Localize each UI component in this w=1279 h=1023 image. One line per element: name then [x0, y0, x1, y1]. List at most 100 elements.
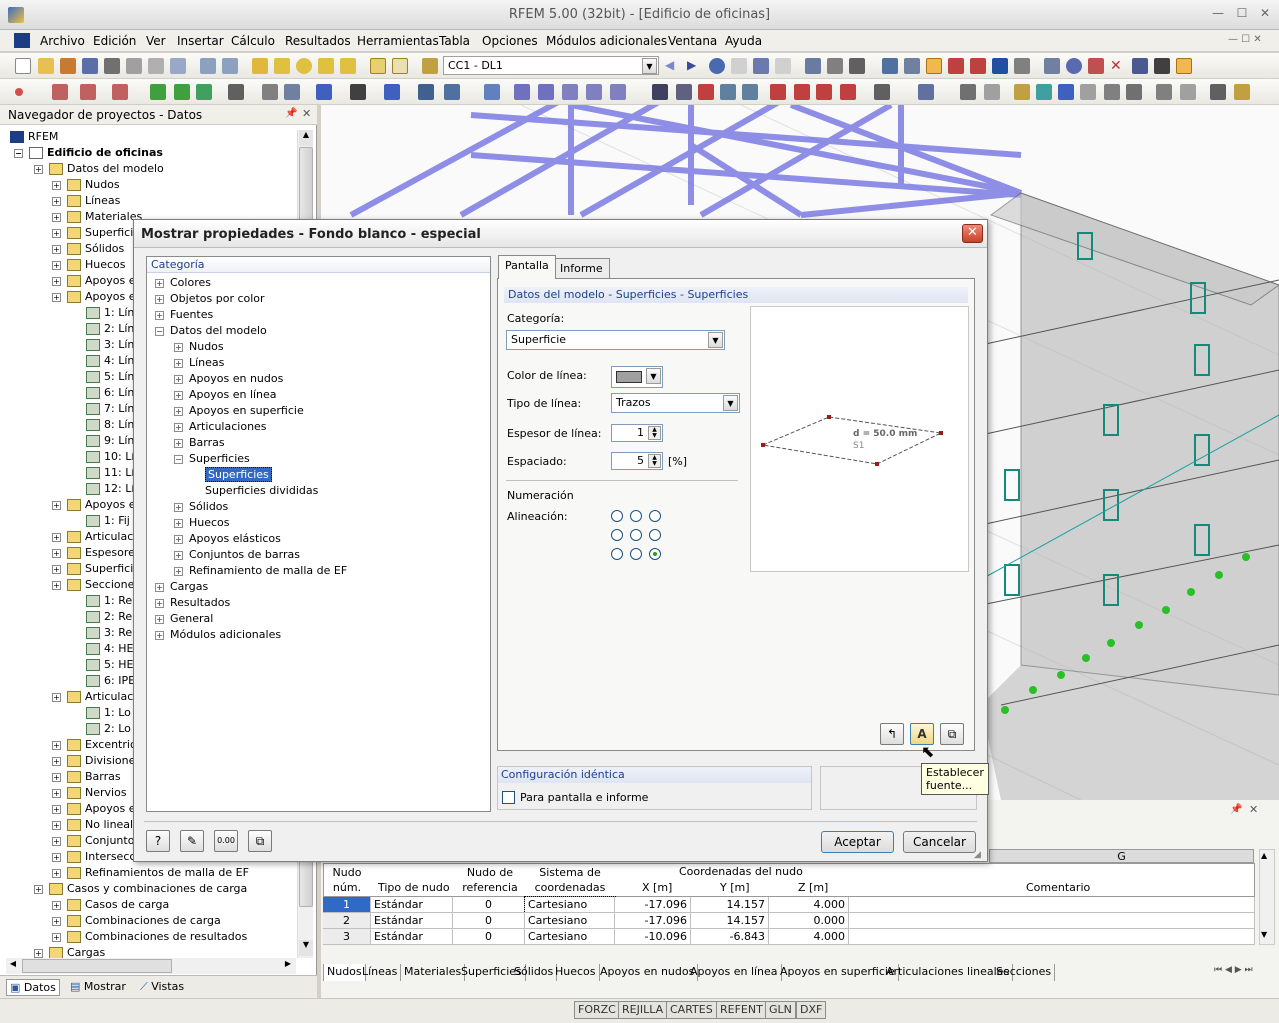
- navigator-item[interactable]: + Apoyos e: [52, 274, 135, 287]
- clipboard-icon[interactable]: [148, 58, 164, 74]
- category-node[interactable]: + Apoyos en línea: [174, 388, 277, 401]
- expand-icon[interactable]: +: [52, 228, 61, 238]
- mesh-icon[interactable]: [484, 84, 500, 100]
- loadcase-select[interactable]: CC1 - DL1 ▼: [443, 56, 659, 75]
- expand-icon[interactable]: +: [174, 406, 183, 416]
- category-node[interactable]: + General: [155, 612, 213, 625]
- navigator-item[interactable]: + Casos y combinaciones de carga: [34, 882, 247, 895]
- layer-icon[interactable]: [918, 84, 934, 100]
- category-node[interactable]: + Fuentes: [155, 308, 213, 321]
- menu-calculo[interactable]: Cálculo: [231, 34, 275, 48]
- category-node[interactable]: + Módulos adicionales: [155, 628, 281, 641]
- view3-icon[interactable]: [849, 58, 865, 74]
- table-cell-ref[interactable]: 0: [453, 929, 525, 945]
- close-panel-icon[interactable]: ✕: [302, 107, 311, 120]
- grid-icon[interactable]: [882, 58, 898, 74]
- table-cell-n[interactable]: 1: [323, 897, 371, 913]
- tool3-icon[interactable]: [1088, 58, 1104, 74]
- scroll-down-arrow[interactable]: ▼: [299, 940, 313, 956]
- maximize-button[interactable]: ☐: [1233, 6, 1251, 22]
- mesh3-icon[interactable]: [538, 84, 554, 100]
- copy-settings-button[interactable]: ⧉: [940, 723, 964, 745]
- mesh4-icon[interactable]: [562, 84, 578, 100]
- navigator-item[interactable]: 1: Lín: [86, 306, 134, 319]
- table-cell-y[interactable]: -6.843: [691, 929, 769, 945]
- display3-icon[interactable]: [970, 58, 986, 74]
- category-node[interactable]: + Objetos por color: [155, 292, 265, 305]
- tab-mostrar[interactable]: ▤ Mostrar: [70, 980, 126, 993]
- line-icon[interactable]: [52, 84, 68, 100]
- menu-ventana[interactable]: Ventana: [668, 34, 717, 48]
- dim-icon[interactable]: [1014, 84, 1030, 100]
- load-icon[interactable]: [384, 84, 400, 100]
- tree-project[interactable]: − Edificio de oficinas: [14, 146, 163, 159]
- navigator-item[interactable]: 4: HE: [86, 642, 133, 655]
- menu-modulos[interactable]: Módulos adicionales: [546, 34, 667, 48]
- dim7-icon[interactable]: [1156, 84, 1172, 100]
- navigator-item[interactable]: 2: Re: [86, 610, 132, 623]
- tab-datos[interactable]: ▣ Datos: [6, 979, 60, 996]
- solid-icon[interactable]: [350, 84, 366, 100]
- window-icon[interactable]: [340, 58, 356, 74]
- grid2-icon[interactable]: [904, 58, 920, 74]
- calc2-icon[interactable]: [676, 84, 692, 100]
- expand-icon[interactable]: +: [52, 580, 61, 590]
- expand-icon[interactable]: +: [52, 772, 61, 782]
- pin-icon[interactable]: 📌: [285, 108, 297, 119]
- report-icon[interactable]: [170, 58, 186, 74]
- expand-icon[interactable]: +: [52, 212, 61, 222]
- expand-icon[interactable]: +: [52, 852, 61, 862]
- next-icon[interactable]: ▶: [687, 58, 703, 74]
- navigator-item[interactable]: 2: Lo: [86, 722, 131, 735]
- alignment-radio-top-right[interactable]: [649, 510, 661, 522]
- find-icon[interactable]: [274, 58, 290, 74]
- dim2-icon[interactable]: [1036, 84, 1052, 100]
- hscroll-thumb[interactable]: [22, 959, 172, 973]
- table-cell-type[interactable]: Estándar: [371, 897, 453, 913]
- table-cell-z[interactable]: 4.000: [769, 929, 849, 945]
- collapse-icon[interactable]: −: [14, 148, 23, 158]
- menu-edicion[interactable]: Edición: [93, 34, 136, 48]
- comment-cell[interactable]: [849, 913, 1255, 929]
- table-cell-n[interactable]: 2: [323, 913, 371, 929]
- table-tab[interactable]: Huecos: [552, 964, 600, 981]
- table-tab[interactable]: Secciones: [993, 964, 1056, 981]
- open-icon[interactable]: [38, 58, 54, 74]
- table-tab[interactable]: Materiales: [401, 964, 466, 981]
- expand-icon[interactable]: +: [155, 598, 164, 608]
- edit-button[interactable]: ✎: [180, 830, 204, 852]
- values2-icon[interactable]: [775, 58, 791, 74]
- expand-icon[interactable]: +: [155, 294, 164, 304]
- display-icon[interactable]: [926, 58, 942, 74]
- mdi-controls[interactable]: — ☐ ✕: [1228, 34, 1262, 45]
- table-cell-ref[interactable]: 0: [453, 913, 525, 929]
- table-cell-x[interactable]: -17.096: [615, 897, 691, 913]
- menu-ver[interactable]: Ver: [146, 34, 166, 48]
- alignment-radio-middle-left[interactable]: [611, 529, 623, 541]
- navigator-item[interactable]: 2: Lín: [86, 322, 134, 335]
- move4-icon[interactable]: [840, 84, 856, 100]
- expand-icon[interactable]: +: [52, 276, 61, 286]
- alignment-radio-top-left[interactable]: [611, 510, 623, 522]
- category-node[interactable]: + Huecos: [174, 516, 230, 529]
- guide2-icon[interactable]: [984, 84, 1000, 100]
- cancel-button[interactable]: Cancelar: [903, 831, 976, 853]
- menu-archivo[interactable]: Archivo: [40, 34, 85, 48]
- ok-button[interactable]: Aceptar: [821, 831, 894, 853]
- minimize-button[interactable]: —: [1209, 6, 1227, 22]
- status-forzc[interactable]: FORZC: [574, 1001, 620, 1019]
- collapse-icon[interactable]: −: [174, 454, 183, 464]
- expand-icon[interactable]: +: [52, 564, 61, 574]
- expand-icon[interactable]: +: [174, 502, 183, 512]
- table-cell-sys[interactable]: Cartesiano: [524, 896, 616, 914]
- line-color-select[interactable]: ▼: [611, 366, 663, 388]
- menu-resultados[interactable]: Resultados: [285, 34, 351, 48]
- table-tab[interactable]: Apoyos en superficie: [777, 964, 899, 981]
- expand-icon[interactable]: +: [34, 948, 43, 958]
- tab-informe[interactable]: Informe: [553, 258, 610, 280]
- expand-icon[interactable]: +: [52, 932, 61, 942]
- new-icon[interactable]: [15, 58, 31, 74]
- expand-icon[interactable]: +: [52, 804, 61, 814]
- table-cell-x[interactable]: -10.096: [615, 929, 691, 945]
- category-node[interactable]: + Resultados: [155, 596, 230, 609]
